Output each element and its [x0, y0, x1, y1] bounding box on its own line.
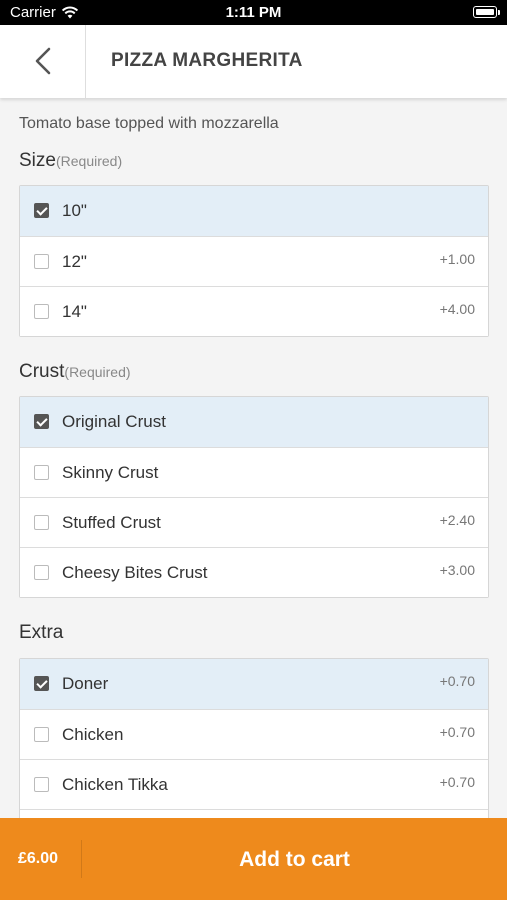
option-label: 12" [62, 252, 87, 271]
option-row-stuffed-crust[interactable]: Stuffed Crust +2.40 [20, 497, 488, 547]
checkbox[interactable] [34, 254, 49, 269]
checkbox[interactable] [34, 304, 49, 319]
option-row-10-inch[interactable]: 10" [20, 186, 488, 236]
page-title: PIZZA MARGHERITA [111, 50, 303, 71]
checkbox[interactable] [34, 565, 49, 580]
checkbox[interactable] [34, 727, 49, 742]
checkbox-checked[interactable] [34, 203, 49, 218]
status-bar: Carrier 1:11 PM [0, 0, 507, 25]
option-price: +4.00 [439, 301, 475, 317]
size-section-title: Size(Required) [19, 150, 122, 172]
option-price: +1.00 [439, 251, 475, 267]
section-title-label: Size [19, 150, 56, 171]
item-options-scroll[interactable]: Tomato base topped with mozzarella Size(… [0, 98, 507, 818]
option-row-cheesy-bites-crust[interactable]: Cheesy Bites Crust +3.00 [20, 547, 488, 597]
checkbox[interactable] [34, 777, 49, 792]
checkbox[interactable] [34, 515, 49, 530]
required-label: (Required) [55, 153, 123, 169]
chevron-left-icon [35, 47, 51, 75]
option-label: Original Crust [62, 412, 166, 431]
extra-options: Doner +0.70 Chicken +0.70 Chicken Tikka … [19, 658, 489, 818]
option-price: +0.70 [439, 673, 475, 689]
section-title-label: Extra [19, 622, 64, 643]
checkbox[interactable] [34, 465, 49, 480]
option-row-original-crust[interactable]: Original Crust [20, 397, 488, 447]
add-to-cart-button[interactable]: Add to cart [82, 818, 507, 900]
crust-options: Original Crust Skinny Crust Stuffed Crus… [19, 396, 489, 598]
option-label: Chicken Tikka [62, 775, 168, 794]
option-label: Doner [62, 674, 109, 693]
option-label: Cheesy Bites Crust [62, 563, 208, 582]
option-price: +0.70 [439, 724, 475, 740]
battery-icon [473, 6, 500, 18]
option-row-12-inch[interactable]: 12" +1.00 [20, 236, 488, 286]
option-label: Stuffed Crust [62, 513, 161, 532]
section-title-label: Crust [19, 361, 65, 382]
option-price: +2.40 [439, 512, 475, 528]
back-button[interactable] [0, 25, 86, 98]
option-row-partial[interactable] [20, 809, 488, 818]
option-price: +0.70 [439, 774, 475, 790]
option-label: Chicken [62, 725, 124, 744]
option-label: 14" [62, 302, 87, 321]
option-price: +3.00 [439, 562, 475, 578]
option-row-chicken-tikka[interactable]: Chicken Tikka +0.70 [20, 759, 488, 809]
nav-header: PIZZA MARGHERITA [0, 25, 507, 98]
option-label: Skinny Crust [62, 463, 159, 482]
crust-section-title: Crust(Required) [19, 361, 131, 383]
option-row-chicken[interactable]: Chicken +0.70 [20, 709, 488, 759]
checkbox-checked[interactable] [34, 676, 49, 691]
option-row-skinny-crust[interactable]: Skinny Crust [20, 447, 488, 497]
extra-section-title: Extra [19, 622, 63, 644]
option-label: 10" [62, 201, 87, 220]
add-to-cart-label: Add to cart [239, 848, 350, 871]
total-price: £6.00 [18, 850, 59, 867]
required-label: (Required) [64, 364, 131, 380]
size-options: 10" 12" +1.00 14" +4.00 [19, 185, 489, 337]
status-time: 1:11 PM [225, 4, 282, 21]
cart-footer: £6.00 Add to cart [0, 818, 507, 900]
option-row-doner[interactable]: Doner +0.70 [20, 659, 488, 709]
checkbox-checked[interactable] [34, 414, 49, 429]
option-row-14-inch[interactable]: 14" +4.00 [20, 286, 488, 336]
item-description: Tomato base topped with mozzarella [19, 115, 279, 132]
